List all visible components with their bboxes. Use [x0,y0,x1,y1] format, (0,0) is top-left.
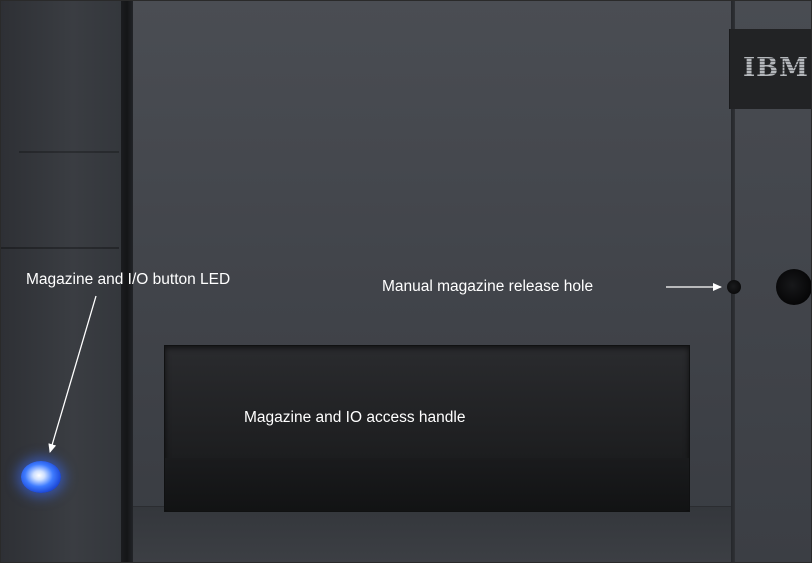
led-annotation-label: Magazine and I/O button LED [26,271,231,288]
door-bottom-lip [133,506,731,562]
magazine-access-handle[interactable] [164,345,690,512]
release-hole-annotation-label: Manual magazine release hole [382,278,594,295]
panel-hole [776,269,811,305]
manual-release-hole[interactable] [727,280,741,294]
handle-ridge [165,458,689,510]
handle-annotation-label: Magazine and IO access handle [244,409,466,426]
ibm-logo: IBM [743,53,809,83]
io-button-led[interactable] [21,461,61,493]
panel-seam [19,151,119,153]
panel-seam [1,247,119,249]
